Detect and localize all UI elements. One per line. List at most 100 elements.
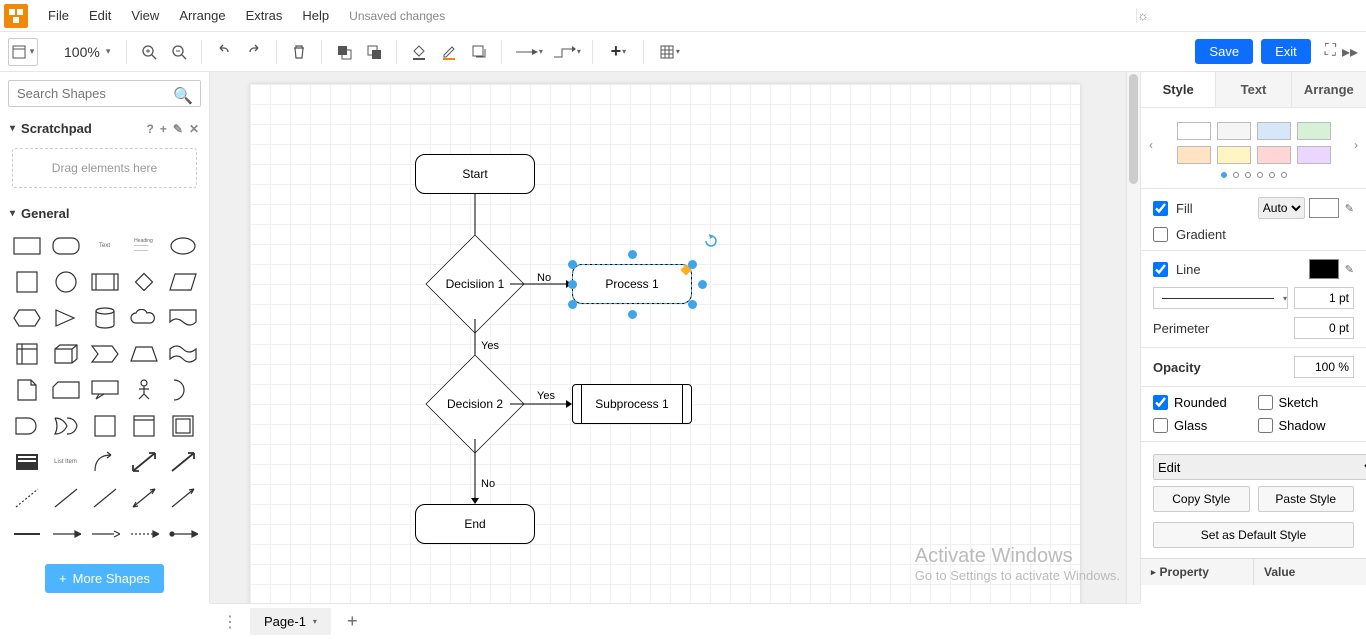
- diagram-page[interactable]: Start Decisiion 1 No Process 1: [250, 84, 1080, 603]
- shape-text[interactable]: Text: [88, 233, 121, 259]
- shape-ellipse[interactable]: [166, 233, 199, 259]
- line-color-icon[interactable]: [435, 38, 463, 66]
- more-shapes-button[interactable]: +More Shapes: [45, 564, 164, 593]
- zoom-in-icon[interactable]: [135, 38, 163, 66]
- menu-view[interactable]: View: [121, 2, 169, 29]
- tab-style[interactable]: Style: [1141, 72, 1216, 107]
- shape-data-store[interactable]: [88, 413, 121, 439]
- menu-edit[interactable]: Edit: [79, 2, 121, 29]
- shape-arrow[interactable]: [166, 449, 199, 475]
- shape-cloud[interactable]: [127, 305, 160, 331]
- app-logo[interactable]: [4, 4, 28, 28]
- line-color-picker[interactable]: [1309, 259, 1339, 279]
- line-checkbox[interactable]: [1153, 262, 1168, 277]
- perimeter-input[interactable]: [1294, 317, 1354, 339]
- shape-internal-storage[interactable]: [10, 341, 43, 367]
- save-button[interactable]: Save: [1195, 39, 1253, 64]
- to-back-icon[interactable]: [360, 38, 388, 66]
- scratchpad-add-icon[interactable]: +: [160, 122, 167, 136]
- sketch-checkbox[interactable]: [1258, 395, 1273, 410]
- shape-process[interactable]: [88, 269, 121, 295]
- swatch-next-icon[interactable]: ›: [1354, 138, 1358, 152]
- shape-diamond[interactable]: [127, 269, 160, 295]
- paste-style-button[interactable]: Paste Style: [1258, 486, 1355, 512]
- set-default-style-button[interactable]: Set as Default Style: [1153, 522, 1354, 548]
- fill-mode-select[interactable]: Auto: [1258, 197, 1305, 219]
- property-column-header[interactable]: ▸Property: [1141, 559, 1254, 585]
- shape-list[interactable]: [10, 449, 43, 475]
- shape-bidir-thin[interactable]: [127, 485, 160, 511]
- insert-icon[interactable]: +▾: [601, 38, 635, 66]
- shape-cylinder[interactable]: [88, 305, 121, 331]
- menu-help[interactable]: Help: [292, 2, 339, 29]
- page-tab-1[interactable]: Page-1▾: [250, 608, 331, 635]
- scratchpad-header[interactable]: ▾ Scratchpad ? + ✎ ✕: [0, 115, 209, 142]
- shape-bidir-arrow[interactable]: [127, 449, 160, 475]
- shape-container[interactable]: [127, 413, 160, 439]
- shape-arrow-thin[interactable]: [166, 485, 199, 511]
- node-process-1[interactable]: Process 1: [572, 264, 692, 304]
- shape-rectangle[interactable]: [10, 233, 43, 259]
- shape-card[interactable]: [49, 377, 82, 403]
- canvas-area[interactable]: Start Decisiion 1 No Process 1: [210, 72, 1140, 603]
- shape-textbox[interactable]: Heading────────: [127, 233, 160, 259]
- fill-color-icon[interactable]: [405, 38, 433, 66]
- opacity-input[interactable]: [1294, 356, 1354, 378]
- swatch[interactable]: [1257, 146, 1291, 164]
- swatch[interactable]: [1217, 146, 1251, 164]
- shadow-checkbox[interactable]: [1258, 418, 1273, 433]
- shape-parallelogram[interactable]: [166, 269, 199, 295]
- to-front-icon[interactable]: [330, 38, 358, 66]
- view-dropdown[interactable]: ▾: [8, 38, 38, 66]
- collapse-panel-icon[interactable]: ▸▸: [1342, 42, 1358, 62]
- shape-actor[interactable]: [127, 377, 160, 403]
- gradient-checkbox[interactable]: [1153, 227, 1168, 242]
- node-start[interactable]: Start: [415, 154, 535, 194]
- shape-connector-5[interactable]: [166, 521, 199, 547]
- shape-list-item[interactable]: List Item: [49, 449, 82, 475]
- theme-icon[interactable]: ☼: [1136, 8, 1362, 23]
- undo-icon[interactable]: [210, 38, 238, 66]
- shape-connector-3[interactable]: [88, 521, 121, 547]
- swatch[interactable]: [1257, 122, 1291, 140]
- shadow-icon[interactable]: [465, 38, 493, 66]
- connection-icon[interactable]: ▾: [510, 38, 546, 66]
- swatch[interactable]: [1177, 146, 1211, 164]
- swatch-prev-icon[interactable]: ‹: [1149, 138, 1153, 152]
- shape-triangle[interactable]: [49, 305, 82, 331]
- menu-file[interactable]: File: [38, 2, 79, 29]
- rotate-handle-icon[interactable]: [704, 234, 718, 248]
- shape-note[interactable]: [10, 377, 43, 403]
- rounded-checkbox[interactable]: [1153, 395, 1168, 410]
- zoom-out-icon[interactable]: [165, 38, 193, 66]
- node-subprocess-1[interactable]: Subprocess 1: [572, 384, 692, 424]
- tab-text[interactable]: Text: [1216, 72, 1291, 107]
- shape-or[interactable]: [49, 413, 82, 439]
- edit-style-select[interactable]: Edit: [1153, 454, 1366, 480]
- fill-checkbox[interactable]: [1153, 201, 1168, 216]
- table-icon[interactable]: ▾: [652, 38, 686, 66]
- exit-button[interactable]: Exit: [1261, 39, 1311, 64]
- search-shapes-input[interactable]: [8, 80, 201, 107]
- swatch[interactable]: [1217, 122, 1251, 140]
- zoom-dropdown[interactable]: 100%▾: [56, 40, 118, 64]
- shape-trapezoid[interactable]: [127, 341, 160, 367]
- node-end[interactable]: End: [415, 504, 535, 544]
- shape-hexagon[interactable]: [10, 305, 43, 331]
- shape-connector-4[interactable]: [127, 521, 160, 547]
- page-menu-icon[interactable]: ⋮: [218, 608, 242, 636]
- canvas-scrollbar[interactable]: [1126, 72, 1140, 603]
- shape-rounded-rect[interactable]: [49, 233, 82, 259]
- waypoint-icon[interactable]: ▾: [548, 38, 584, 66]
- glass-checkbox[interactable]: [1153, 418, 1168, 433]
- menu-extras[interactable]: Extras: [236, 2, 293, 29]
- menu-arrange[interactable]: Arrange: [169, 2, 235, 29]
- shape-line-1[interactable]: [49, 485, 82, 511]
- shape-cube[interactable]: [49, 341, 82, 367]
- search-icon[interactable]: 🔍: [173, 86, 193, 106]
- shape-callout[interactable]: [88, 377, 121, 403]
- shape-curved-arrow[interactable]: [88, 449, 121, 475]
- shape-tape[interactable]: [166, 341, 199, 367]
- tab-arrange[interactable]: Arrange: [1292, 72, 1366, 107]
- fill-color-picker[interactable]: [1309, 198, 1339, 218]
